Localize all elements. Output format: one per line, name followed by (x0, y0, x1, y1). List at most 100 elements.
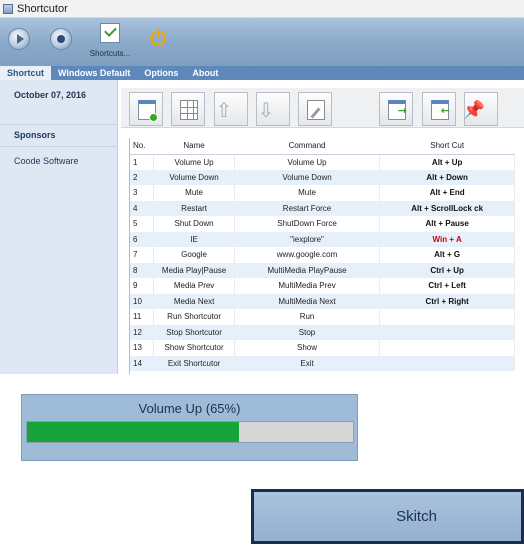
shortcuts-icon (100, 23, 120, 43)
row-shortcut (379, 355, 515, 371)
row-name: Run Shortcutor (153, 309, 235, 325)
table-row[interactable]: 5 Shut Down ShutDown Force Alt + Pause (130, 216, 515, 232)
table-row[interactable]: 13 Show Shortcutor Show (130, 340, 515, 356)
tab-windows-default[interactable]: Windows Default (51, 66, 137, 80)
column-header-no[interactable]: No. (130, 138, 154, 155)
row-number: 7 (130, 247, 155, 263)
row-number: 12 (130, 324, 155, 340)
table-row[interactable]: 10 Media Next MultiMedia Next Ctrl + Right (130, 293, 515, 309)
row-command: Restart Force (234, 200, 381, 216)
row-command: Stop (234, 324, 381, 340)
tab-shortcut[interactable]: Shortcut (0, 66, 51, 80)
row-number: 5 (130, 216, 155, 232)
power-button[interactable]: ⏻ (147, 26, 169, 50)
row-number: 14 (130, 355, 155, 371)
table-row[interactable]: 1 Volume Up Volume Up Alt + Up (130, 154, 515, 170)
row-shortcut: Ctrl + Right (379, 293, 515, 309)
shortcut-table: No. Name Command Short Cut 1 Volume Up Vol… (129, 138, 524, 374)
row-command: Exit (234, 355, 381, 371)
row-shortcut: Alt + G (379, 247, 515, 263)
row-command: MultiMedia PlayPause (234, 262, 381, 278)
row-command: www.google.com (234, 247, 381, 263)
table-row[interactable]: 7 Google www.google.com Alt + G (130, 247, 515, 263)
row-shortcut (379, 340, 515, 356)
row-shortcut: Alt + ScrollLock ck (379, 200, 515, 216)
table-row[interactable]: 4 Restart Restart Force Alt + ScrollLock ck (130, 200, 515, 216)
row-name: Stop Shortcutor (153, 324, 235, 340)
table-row[interactable]: 6 IE "iexplore" Win + A (130, 231, 515, 247)
ribbon: Shortcuts... ⏻ (0, 18, 524, 66)
import-button[interactable]: ← (422, 92, 456, 126)
row-name: Volume Up (153, 154, 235, 170)
window-title: Shortcutor (17, 2, 68, 15)
row-number: 1 (130, 154, 155, 170)
column-header-name[interactable]: Name (153, 138, 235, 155)
pin-icon: 📌 (462, 99, 486, 121)
title-bar: Shortcutor (0, 0, 524, 18)
grid-button[interactable] (171, 92, 205, 126)
shortcuts-button[interactable]: Shortcuts... (88, 21, 132, 63)
row-command: "iexplore" (234, 231, 381, 247)
table-row[interactable]: 14 Exit Shortcutor Exit (130, 355, 515, 371)
row-number: 4 (130, 200, 155, 216)
table-row[interactable]: 9 Media Prev MultiMedia Prev Ctrl + Left (130, 278, 515, 294)
row-command: Show (234, 340, 381, 356)
row-number: 9 (130, 278, 155, 294)
row-shortcut: Alt + Down (379, 169, 515, 185)
row-command: MultiMedia Next (234, 293, 381, 309)
sponsor-link[interactable]: Coode Software (14, 156, 79, 166)
play-icon (9, 29, 29, 49)
row-number: 13 (130, 340, 155, 356)
row-shortcut: Ctrl + Left (379, 278, 515, 294)
pin-button[interactable]: 📌 (462, 92, 498, 126)
row-name: Exit Shortcutor (153, 355, 235, 371)
table-row[interactable]: 12 Stop Shortcutor Stop (130, 324, 515, 340)
table-row[interactable]: 11 Run Shortcutor Run (130, 309, 515, 325)
edit-button[interactable] (298, 92, 332, 126)
row-name: Restart (153, 200, 235, 216)
down-arrow-icon: ⇩ (257, 98, 275, 122)
row-shortcut: Alt + Pause (379, 216, 515, 232)
tab-about[interactable]: About (185, 66, 225, 80)
sidebar: October 07, 2016 Sponsors Coode Software (0, 80, 118, 374)
skitch-popup-body: Skitch (254, 492, 521, 541)
row-shortcut: Alt + Up (379, 154, 515, 170)
row-command: Volume Up (234, 154, 381, 170)
table-row[interactable]: 2 Volume Down Volume Down Alt + Down (130, 169, 515, 185)
table-row[interactable]: 8 Media Play|Pause MultiMedia PlayPause Ctr… (130, 262, 515, 278)
tab-options[interactable]: Options (137, 66, 185, 80)
column-header-shortcut[interactable]: Short Cut (379, 138, 515, 155)
row-name: Media Prev (153, 278, 235, 294)
power-icon: ⏻ (150, 26, 166, 50)
row-command: Volume Down (234, 169, 381, 185)
column-header-command[interactable]: Command (234, 138, 380, 155)
export-icon: → (388, 100, 407, 120)
row-number: 3 (130, 185, 155, 201)
volume-popup: Volume Up (65%) (21, 394, 358, 461)
row-name: Shut Down (153, 216, 235, 232)
sidebar-divider (0, 124, 118, 125)
row-name: Mute (153, 185, 235, 201)
table-header: No. Name Command Short Cut (130, 138, 515, 155)
table-row[interactable]: 3 Mute Mute Alt + End (130, 185, 515, 201)
export-button[interactable]: → (379, 92, 413, 126)
row-name: Media Next (153, 293, 235, 309)
row-name: Volume Down (153, 169, 235, 185)
move-up-button[interactable]: ⇧ (214, 92, 248, 126)
row-shortcut: Ctrl + Up (379, 262, 515, 278)
stop-icon (51, 29, 71, 49)
row-number: 6 (130, 231, 155, 247)
stop-button[interactable] (50, 28, 72, 50)
move-down-button[interactable]: ⇩ (256, 92, 290, 126)
row-name: Show Shortcutor (153, 340, 235, 356)
play-button[interactable] (8, 28, 30, 50)
skitch-popup[interactable]: Skitch (251, 489, 524, 544)
volume-progress-bar (26, 421, 354, 443)
add-shortcut-button[interactable] (129, 92, 163, 126)
row-number: 11 (130, 309, 155, 325)
row-shortcut: Win + A (379, 231, 515, 247)
up-arrow-icon: ⇧ (215, 98, 233, 122)
row-command: MultiMedia Prev (234, 278, 381, 294)
row-command: Run (234, 309, 381, 325)
row-number: 2 (130, 169, 155, 185)
